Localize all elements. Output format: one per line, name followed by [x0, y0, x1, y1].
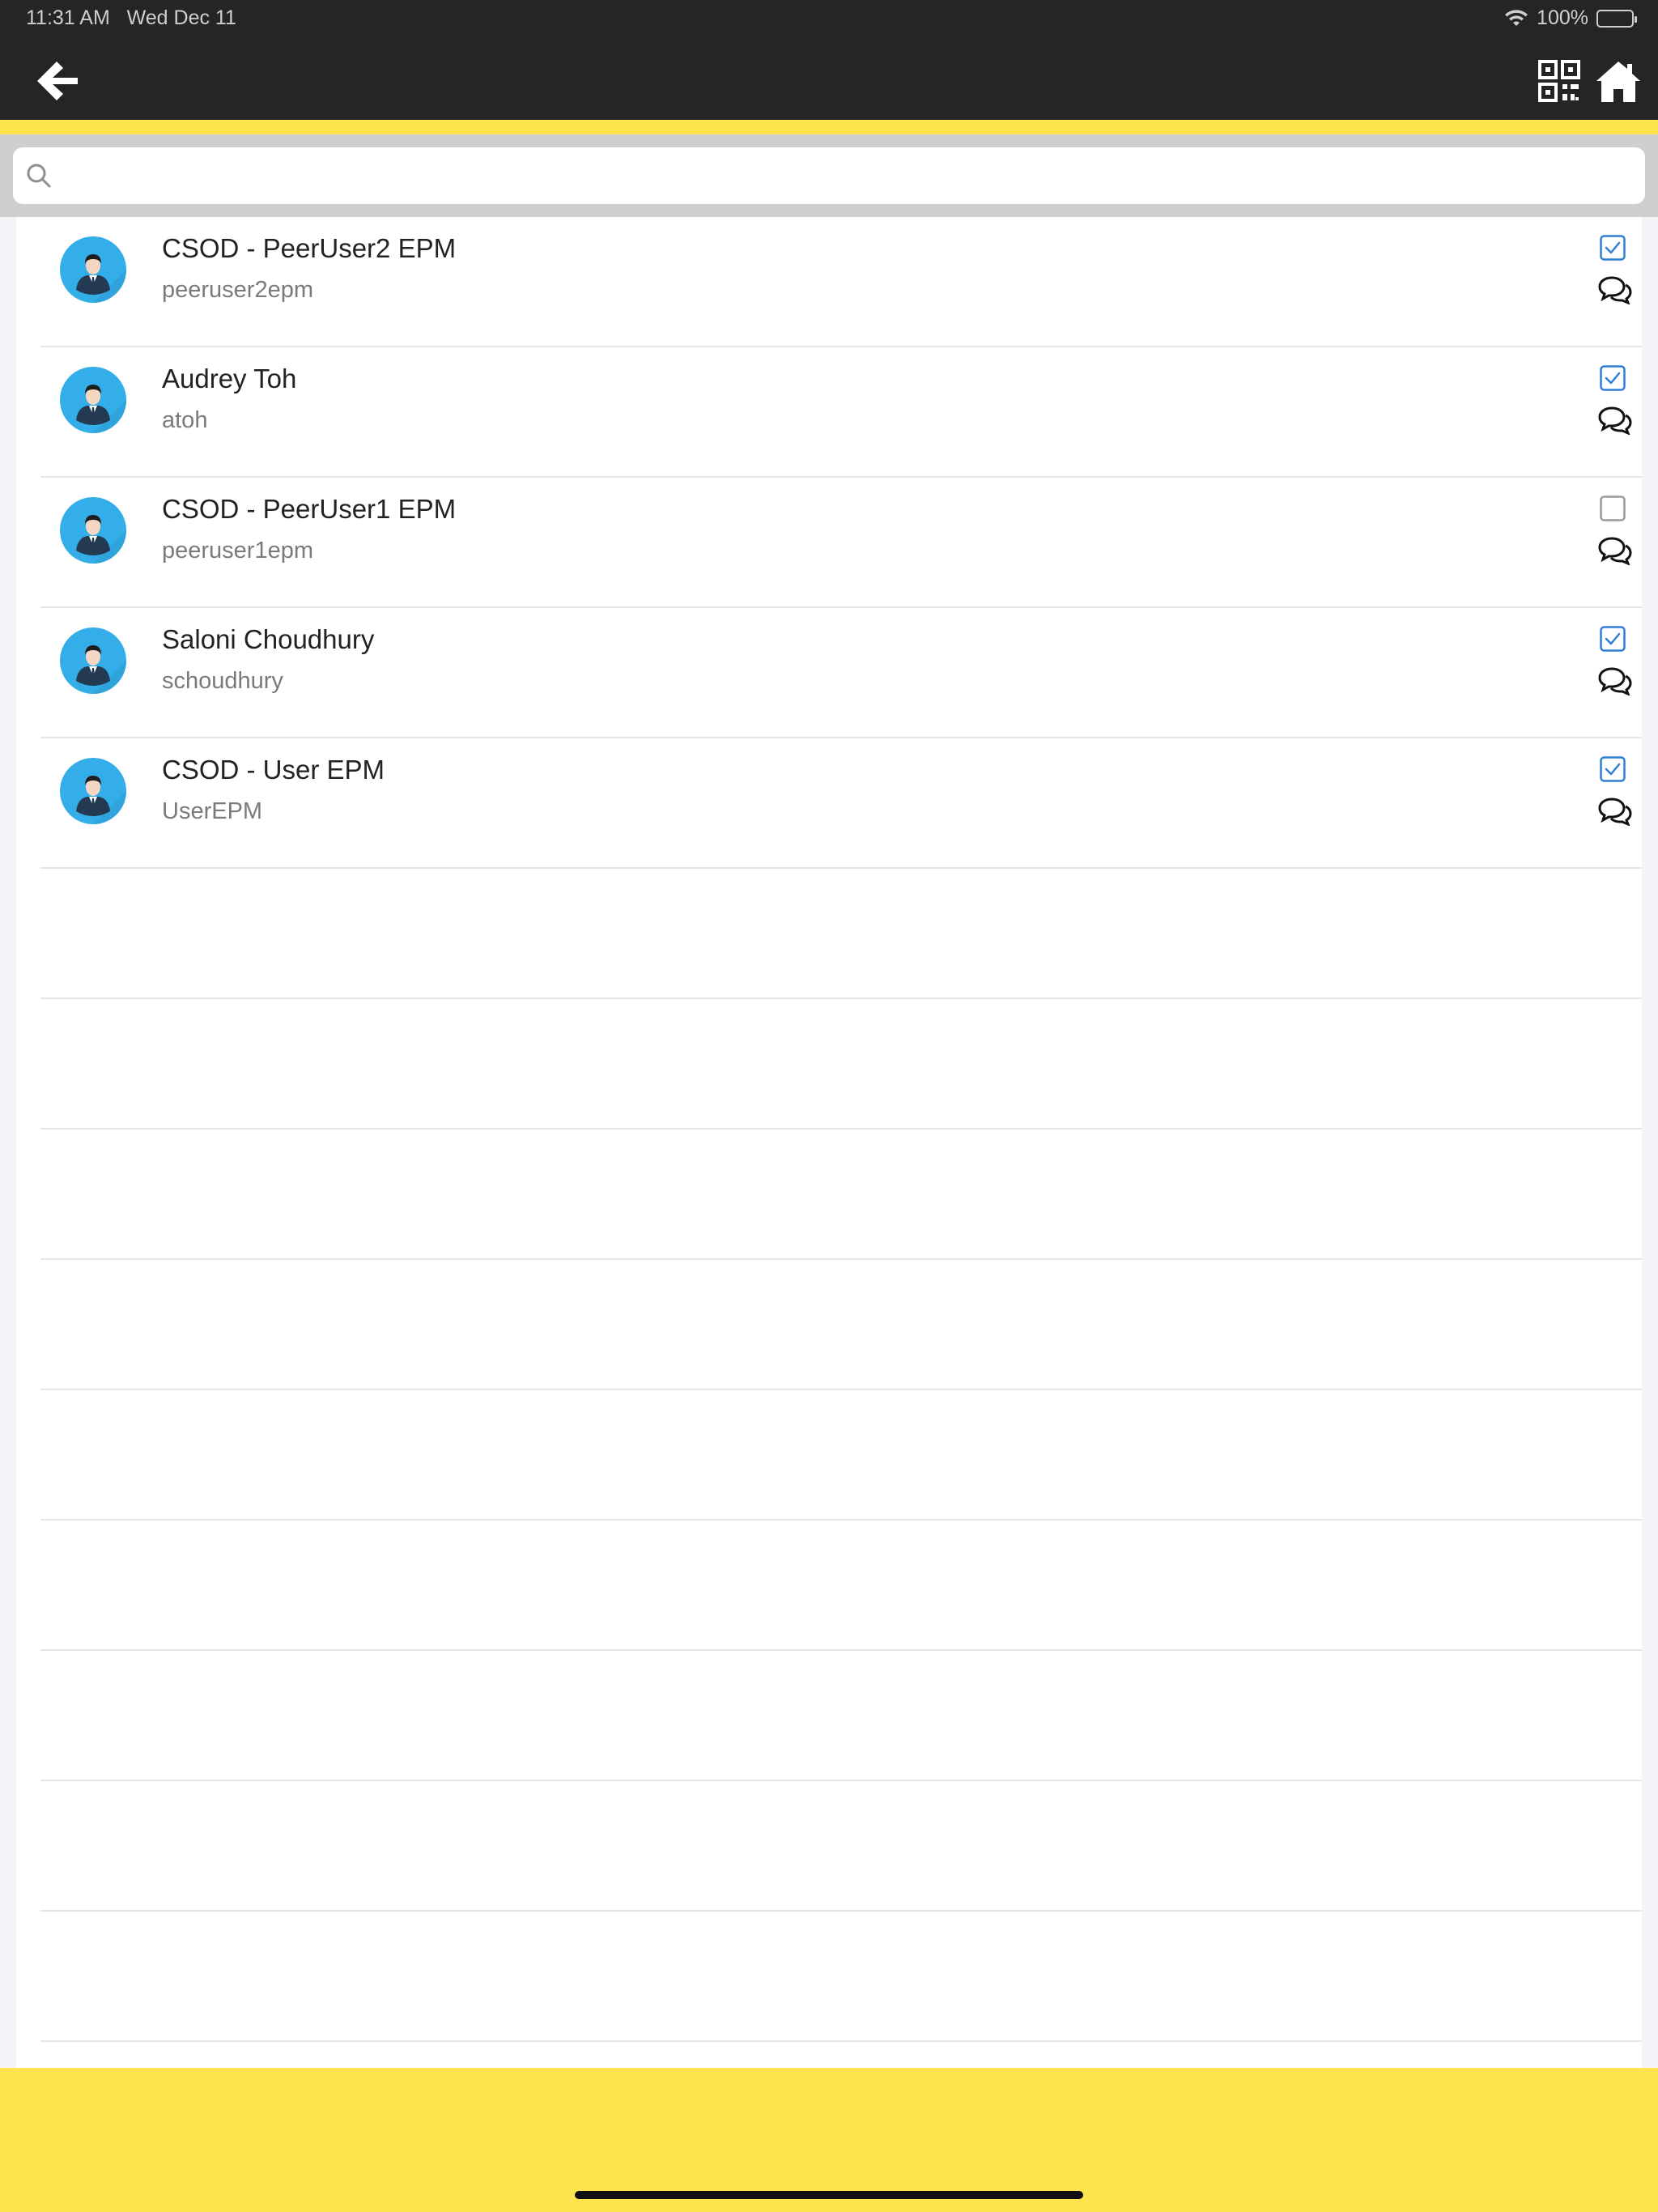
user-name: Audrey Toh	[162, 364, 297, 393]
battery-icon	[1596, 9, 1637, 28]
status-time: 11:31 AM Wed Dec 11	[26, 6, 236, 30]
status-bar: 11:31 AM Wed Dec 11 100%	[0, 0, 1658, 39]
checkbox-checked-icon[interactable]	[1600, 235, 1626, 261]
user-name: CSOD - PeerUser1 EPM	[162, 494, 457, 524]
qr-code-icon[interactable]	[1538, 60, 1580, 102]
avatar	[60, 497, 126, 564]
user-username: UserEPM	[162, 798, 263, 824]
user-row[interactable]: CSOD - PeerUser1 EPM peeruser1epm	[40, 478, 1642, 608]
search-icon	[27, 164, 51, 188]
arrow-left-icon[interactable]	[32, 57, 81, 105]
empty-row	[40, 999, 1642, 1129]
user-row[interactable]: CSOD - User EPM UserEPM	[40, 738, 1642, 869]
empty-row	[40, 1651, 1642, 1781]
chat-bubbles-icon[interactable]	[1598, 797, 1632, 827]
empty-row	[40, 869, 1642, 999]
user-name: CSOD - PeerUser2 EPM	[162, 233, 457, 263]
checkbox-checked-icon[interactable]	[1600, 626, 1626, 652]
avatar	[60, 236, 126, 303]
header-accent-strip	[0, 120, 1658, 134]
empty-row	[40, 1521, 1642, 1651]
user-row[interactable]: CSOD - PeerUser2 EPM peeruser2epm	[40, 217, 1642, 347]
user-username: atoh	[162, 407, 208, 433]
chat-bubbles-icon[interactable]	[1598, 666, 1632, 696]
empty-row	[40, 1912, 1642, 2042]
search-box[interactable]	[13, 147, 1645, 204]
chat-bubbles-icon[interactable]	[1598, 406, 1632, 436]
wifi-icon	[1505, 9, 1528, 26]
empty-row	[40, 1260, 1642, 1390]
user-username: peeruser1epm	[162, 538, 313, 564]
avatar	[60, 367, 126, 433]
user-list: CSOD - PeerUser2 EPM peeruser2epm Audrey…	[16, 217, 1642, 2068]
time-text: 11:31 AM	[26, 6, 110, 29]
user-name: Saloni Choudhury	[162, 624, 375, 654]
user-username: schoudhury	[162, 668, 283, 694]
app-header: 11:31 AM Wed Dec 11 100%	[0, 0, 1658, 120]
chat-bubbles-icon[interactable]	[1598, 275, 1632, 305]
user-row[interactable]: Saloni Choudhury schoudhury	[40, 608, 1642, 738]
user-row[interactable]: Audrey Toh atoh	[40, 347, 1642, 478]
battery-percent: 100%	[1537, 6, 1588, 29]
search-input[interactable]	[63, 162, 1601, 189]
empty-row	[40, 1390, 1642, 1521]
status-right: 100%	[1504, 6, 1637, 30]
checkbox-checked-icon[interactable]	[1600, 756, 1626, 782]
empty-row	[40, 1129, 1642, 1260]
home-indicator	[575, 2191, 1083, 2199]
search-bar	[0, 134, 1658, 217]
home-icon[interactable]	[1595, 58, 1642, 104]
avatar	[60, 758, 126, 824]
user-name: CSOD - User EPM	[162, 755, 385, 785]
date-text: Wed Dec 11	[126, 6, 236, 29]
checkbox-unchecked-icon[interactable]	[1600, 496, 1626, 521]
user-username: peeruser2epm	[162, 277, 313, 303]
chat-bubbles-icon[interactable]	[1598, 536, 1632, 566]
avatar	[60, 627, 126, 694]
checkbox-checked-icon[interactable]	[1600, 365, 1626, 391]
empty-row	[40, 1781, 1642, 1912]
